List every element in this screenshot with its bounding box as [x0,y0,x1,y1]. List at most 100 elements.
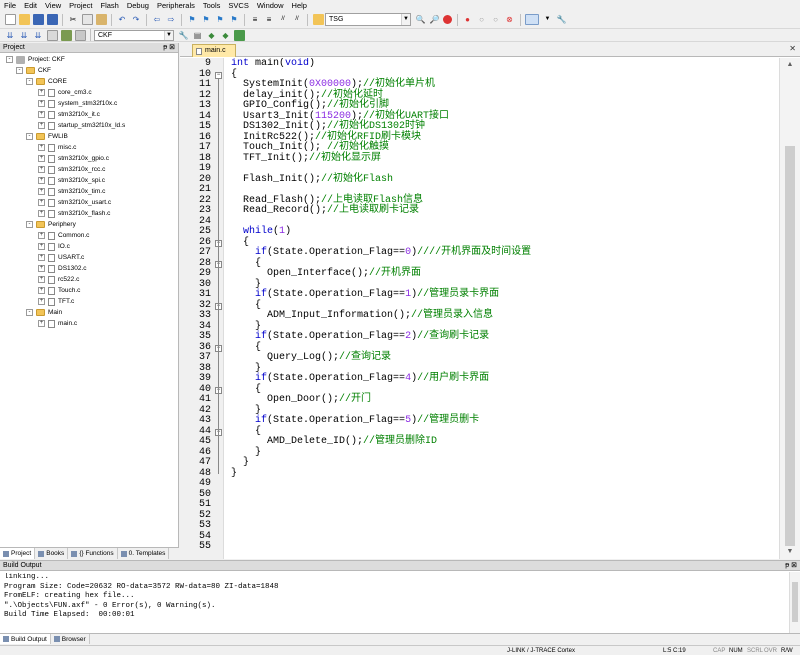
translate-icon[interactable]: ⇊ [5,30,16,41]
clear-bookmarks-icon[interactable]: ⚑ [229,14,240,25]
tree-file[interactable]: + USART.c [38,252,84,263]
open-file-icon[interactable] [18,14,30,25]
download-icon[interactable] [74,29,86,41]
tree-group-periphery[interactable]: - Periphery [26,219,76,230]
copy-icon[interactable] [81,14,93,25]
expand-toggle-icon[interactable]: + [38,177,45,184]
menu-item-tools[interactable]: Tools [199,0,225,11]
tree-file[interactable]: + IO.c [38,241,70,252]
expand-toggle-icon[interactable]: + [38,199,45,206]
tab-main-c[interactable]: main.c [192,44,236,57]
expand-toggle-icon[interactable]: + [38,166,45,173]
target-options-icon[interactable]: 🔧 [178,30,189,41]
debug-session-icon[interactable] [443,15,452,24]
scrollbar-thumb[interactable] [785,146,795,546]
batch-build-icon[interactable] [46,29,58,41]
tree-file[interactable]: + main.c [38,318,77,329]
find-combo[interactable]: TSG ▼ [325,13,411,26]
menu-item-flash[interactable]: Flash [97,0,123,11]
code-area[interactable]: int main(void){ SystemInit(0X00000);//初始… [224,58,779,559]
manage-components-icon[interactable]: ◆ [206,30,217,41]
menu-item-view[interactable]: View [41,0,65,11]
project-tab[interactable]: Books [35,548,69,559]
expand-toggle-icon[interactable]: + [38,265,45,272]
build-tab[interactable]: Build Output [0,634,51,644]
expand-toggle-icon[interactable]: - [26,78,33,85]
menu-item-svcs[interactable]: SVCS [224,0,252,11]
tree-file[interactable]: + core_cm3.c [38,87,92,98]
pane-pin-close-icons[interactable]: ᵽ ⊠ [785,561,797,571]
menu-item-file[interactable]: File [0,0,20,11]
expand-toggle-icon[interactable]: + [38,320,45,327]
paste-icon[interactable] [95,14,107,25]
chevron-down-icon[interactable]: ▼ [401,14,410,25]
uncomment-icon[interactable]: // [292,14,303,25]
tree-file[interactable]: + startup_stm32f10x_ld.s [38,120,125,131]
tree-group-core[interactable]: - CORE [26,76,67,87]
expand-toggle-icon[interactable]: - [26,309,33,316]
expand-toggle-icon[interactable]: + [38,111,45,118]
new-file-icon[interactable] [4,14,16,25]
scroll-up-icon[interactable]: ▲ [780,58,800,72]
scroll-down-icon[interactable]: ▼ [780,545,800,559]
tree-file[interactable]: + stm32f10x_it.c [38,109,100,120]
incremental-find-icon[interactable]: 🔎 [429,14,440,25]
build-tab[interactable]: Browser [51,634,90,644]
build-icon[interactable]: ⇊ [19,30,30,41]
expand-toggle-icon[interactable]: + [38,155,45,162]
expand-toggle-icon[interactable]: + [38,188,45,195]
expand-toggle-icon[interactable]: + [38,287,45,294]
tree-file[interactable]: + stm32f10x_flash.c [38,208,110,219]
expand-toggle-icon[interactable]: + [38,210,45,217]
tree-group-fwlib[interactable]: - FWLIB [26,131,68,142]
tree-file[interactable]: + Touch.c [38,285,80,296]
tree-project-root[interactable]: - Project: CKF [6,54,65,65]
tree-file[interactable]: + misc.c [38,142,76,153]
menu-item-edit[interactable]: Edit [20,0,41,11]
tree-file[interactable]: + stm32f10x_gpio.c [38,153,109,164]
bookmark-icon[interactable]: ⚑ [187,14,198,25]
tree-target[interactable]: - CKF [16,65,51,76]
expand-toggle-icon[interactable]: + [38,122,45,129]
file-extensions-icon[interactable]: ▤ [192,30,203,41]
stop-build-icon[interactable] [60,29,72,41]
undo-icon[interactable]: ↶ [117,14,128,25]
save-all-icon[interactable] [46,14,58,25]
expand-toggle-icon[interactable]: + [38,144,45,151]
configure-icon[interactable]: 🔧 [556,14,567,25]
menu-item-debug[interactable]: Debug [123,0,153,11]
prev-bookmark-icon[interactable]: ⚑ [201,14,212,25]
expand-toggle-icon[interactable]: + [38,254,45,261]
tree-file[interactable]: + stm32f10x_rcc.c [38,164,105,175]
expand-toggle-icon[interactable]: + [38,243,45,250]
target-combo[interactable]: CKF ▼ [94,29,174,41]
expand-toggle-icon[interactable]: - [6,56,13,63]
tree-file[interactable]: + stm32f10x_usart.c [38,197,111,208]
expand-toggle-icon[interactable]: + [38,89,45,96]
nav-forward-icon[interactable]: ⇨ [166,14,177,25]
chevron-down-icon[interactable]: ▼ [164,30,173,40]
unindent-icon[interactable]: ≡ [264,14,275,25]
project-tab[interactable]: 0. Templates [118,548,170,559]
expand-toggle-icon[interactable]: + [38,276,45,283]
nav-back-icon[interactable]: ⇦ [152,14,163,25]
menu-item-peripherals[interactable]: Peripherals [153,0,199,11]
window-layout-icon[interactable] [525,14,539,25]
project-tab[interactable]: Project [0,548,36,559]
comment-icon[interactable]: // [278,14,289,25]
editor-vertical-scrollbar[interactable]: ▲ ▼ [779,58,800,559]
menu-item-window[interactable]: Window [253,0,288,11]
scrollbar-thumb[interactable] [792,582,798,622]
build-output-scrollbar[interactable] [789,572,800,634]
find-in-files-icon[interactable] [312,14,324,25]
tree-file[interactable]: + system_stm32f10x.c [38,98,117,109]
redo-icon[interactable]: ↷ [131,14,142,25]
tree-file[interactable]: + TFT.c [38,296,74,307]
pack-installer-icon[interactable]: ◆ [220,30,231,41]
chevron-down-icon[interactable]: ▼ [542,14,553,25]
menu-item-project[interactable]: Project [65,0,96,11]
disable-all-breakpoints-icon[interactable]: ○ [490,14,501,25]
find-icon[interactable]: 🔍 [415,14,426,25]
expand-toggle-icon[interactable]: - [16,67,23,74]
fold-toggle-icon[interactable]: − [215,71,222,79]
